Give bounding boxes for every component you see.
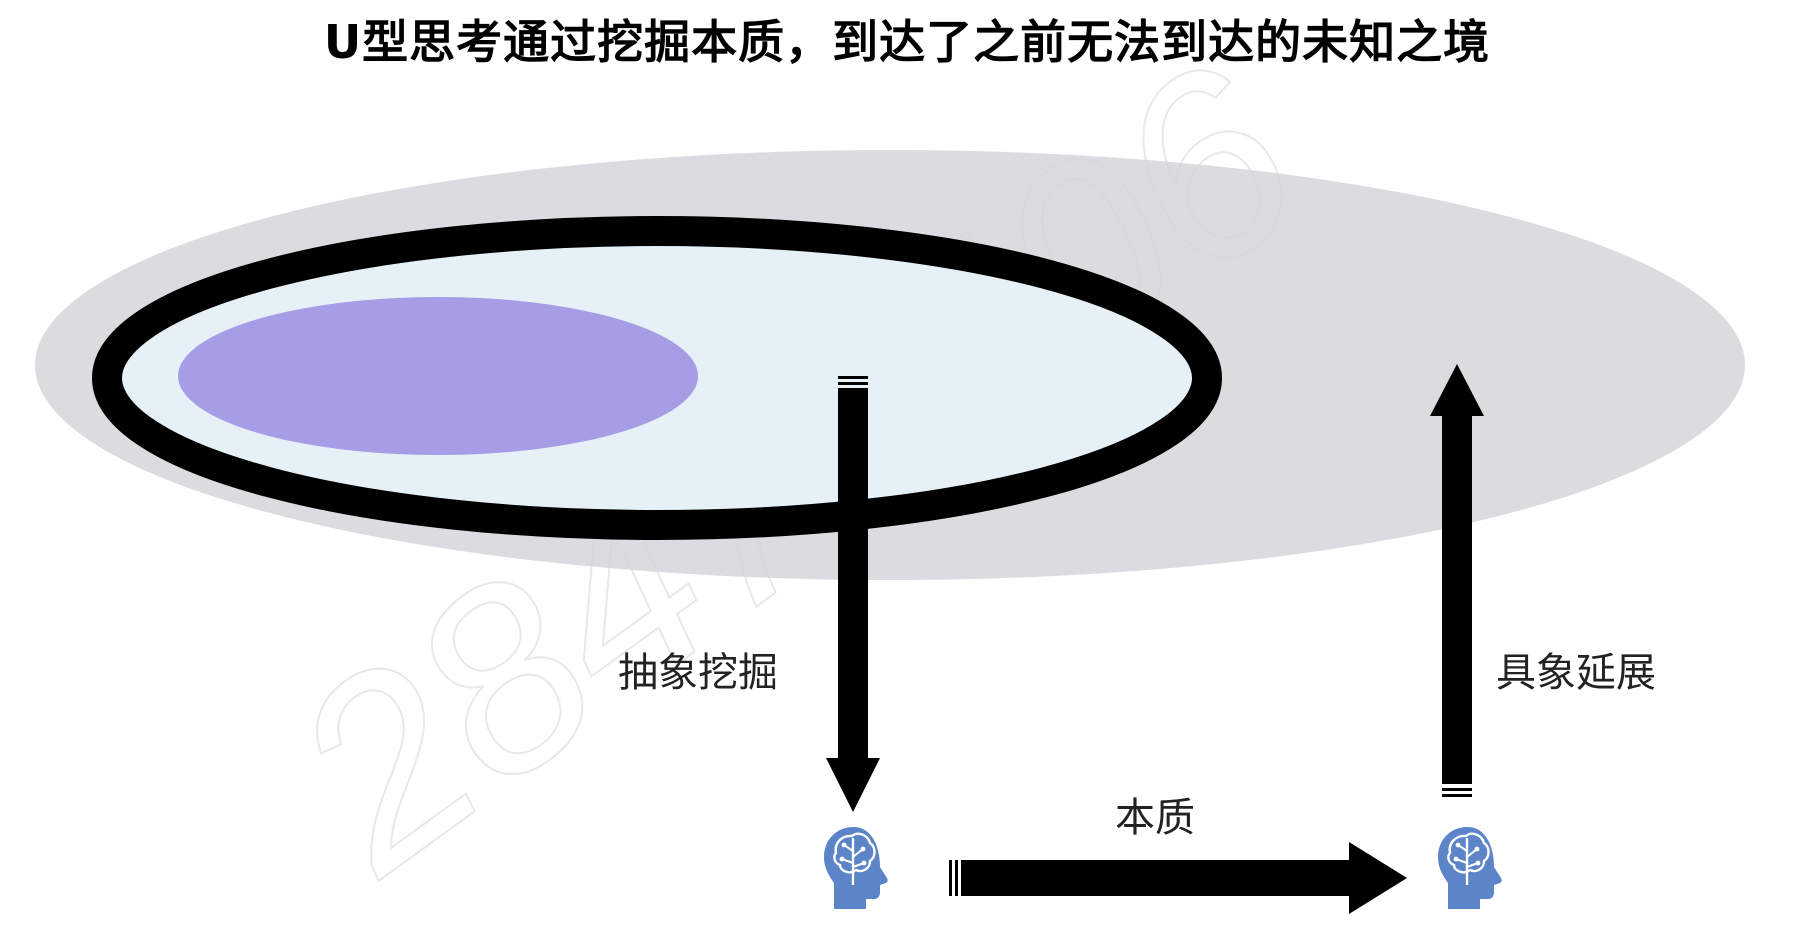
page-title: U型思考通过挖掘本质，到达了之前无法到达的未知之境 <box>323 15 1491 69</box>
u-thinking-diagram: 28471406 <box>0 0 1814 929</box>
essence-label: 本质 <box>1115 795 1195 841</box>
core-region <box>178 297 698 455</box>
diagram-canvas: 28471406 <box>35 9 1745 929</box>
abstract-dig-label: 抽象挖掘 <box>618 650 778 696</box>
concrete-extend-label: 具象延展 <box>1496 650 1656 696</box>
essence-arrow <box>949 842 1407 914</box>
brain-head-icon <box>822 825 889 911</box>
brain-head-icon <box>1436 825 1503 911</box>
